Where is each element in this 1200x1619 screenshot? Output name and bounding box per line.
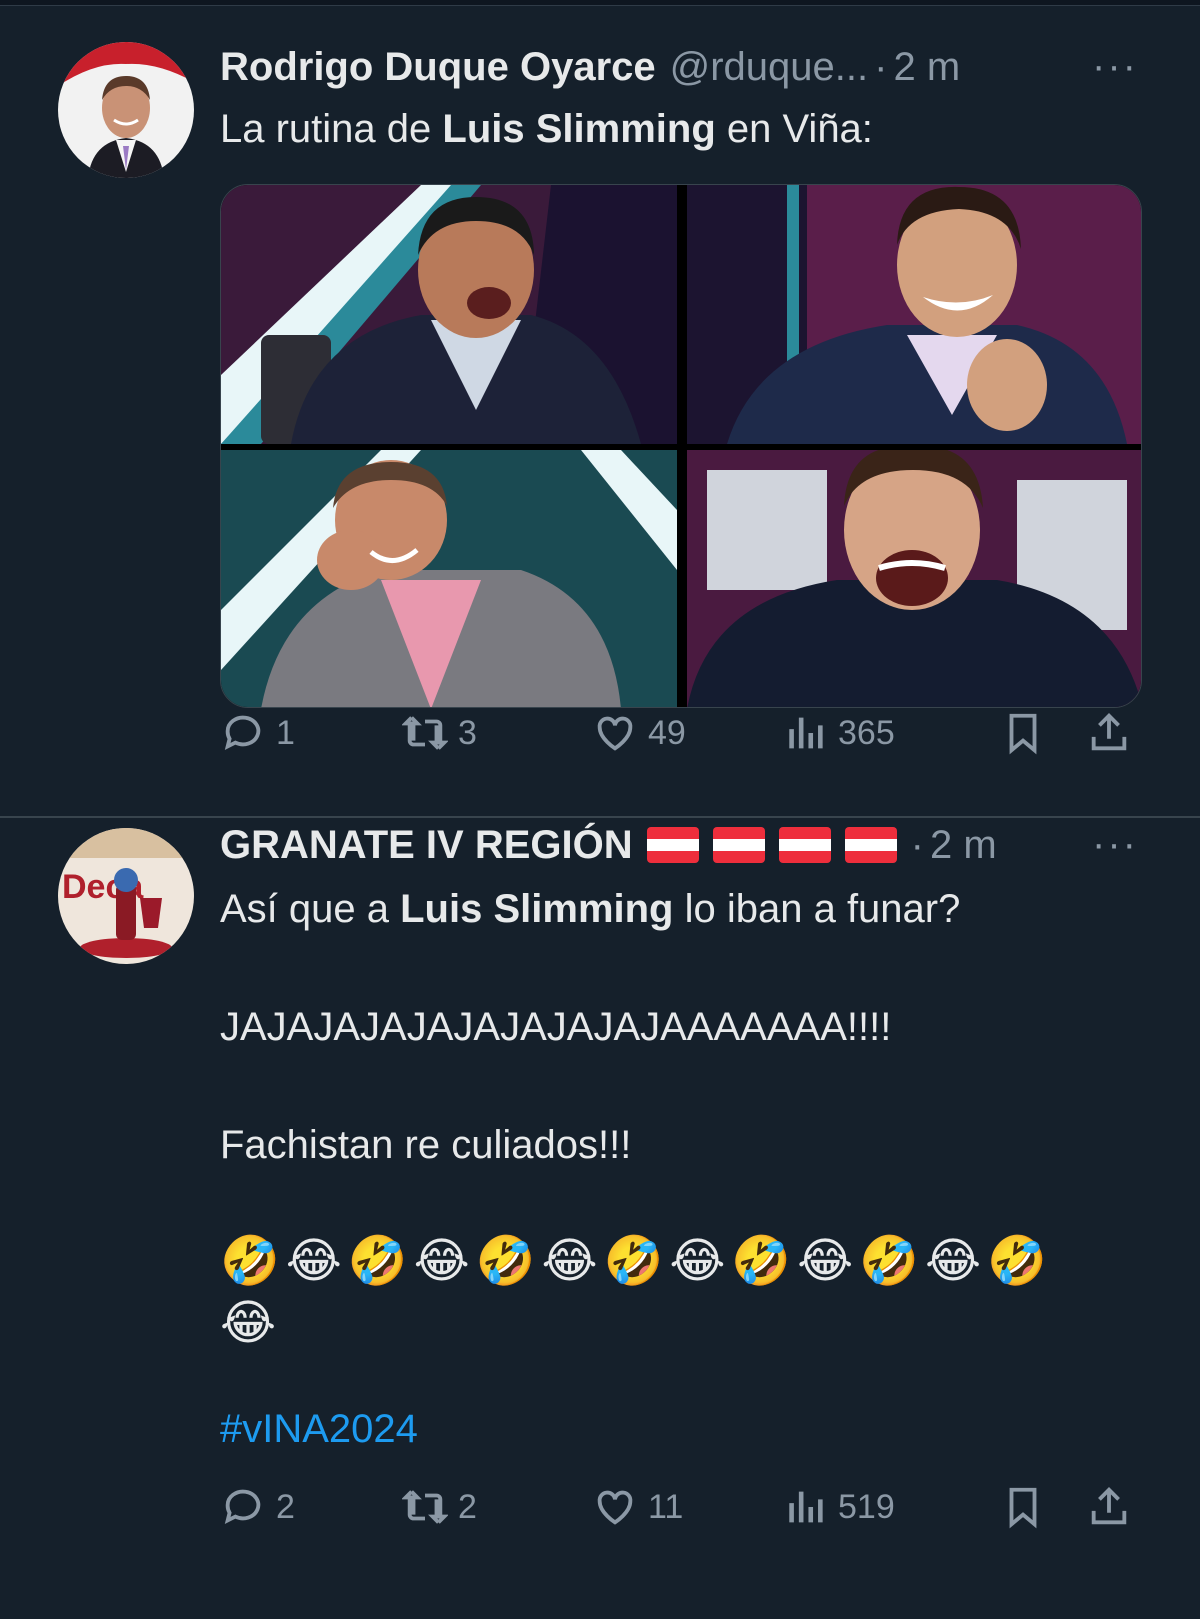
reply-button[interactable]: 2 bbox=[220, 1482, 295, 1532]
bookmark-button[interactable] bbox=[1000, 1482, 1046, 1532]
heart-icon bbox=[597, 1490, 633, 1525]
media-grid[interactable] bbox=[220, 184, 1142, 708]
like-count: 49 bbox=[648, 713, 686, 752]
separator-dot: · bbox=[910, 822, 924, 867]
tweet-text: Así que a Luis Slimming lo iban a funar? bbox=[220, 880, 1140, 938]
retweet-icon bbox=[402, 1490, 448, 1524]
views-button[interactable]: 365 bbox=[782, 708, 895, 758]
share-icon bbox=[1091, 1487, 1127, 1525]
reply-button[interactable]: 1 bbox=[220, 708, 295, 758]
more-options-icon[interactable]: ··· bbox=[1092, 44, 1138, 89]
like-button[interactable]: 11 bbox=[592, 1482, 683, 1532]
tweet-text-line: Fachistan re culiados!!! bbox=[220, 1123, 632, 1167]
austria-flag-icon bbox=[778, 827, 831, 863]
bookmark-icon bbox=[1009, 1487, 1037, 1529]
retweet-button[interactable]: 3 bbox=[402, 708, 477, 758]
avatar[interactable]: Deca bbox=[58, 828, 194, 964]
bookmark-button[interactable] bbox=[1000, 708, 1046, 758]
more-options-icon[interactable]: ··· bbox=[1092, 822, 1138, 867]
tweet[interactable]: Rodrigo Duque Oyarce @rduque... · 2 m ··… bbox=[0, 6, 1200, 818]
views-count: 365 bbox=[838, 713, 895, 752]
timestamp[interactable]: 2 m bbox=[893, 45, 960, 90]
like-button[interactable]: 49 bbox=[592, 708, 686, 758]
media-image[interactable] bbox=[221, 450, 677, 707]
austria-flag-icon bbox=[646, 827, 699, 863]
timestamp[interactable]: 2 m bbox=[930, 823, 997, 868]
media-image[interactable] bbox=[221, 185, 677, 444]
views-button[interactable]: 519 bbox=[782, 1482, 895, 1532]
tweet-text-line: JAJAJAJAJAJAJAJAJAJAAAAAAA!!!! bbox=[220, 1005, 892, 1049]
heart-icon bbox=[597, 716, 633, 751]
author-name[interactable]: GRANATE IV REGIÓN bbox=[220, 823, 633, 868]
tweet-header: Rodrigo Duque Oyarce @rduque... · 2 m ··… bbox=[220, 42, 1170, 92]
text-segment: La rutina de bbox=[220, 107, 443, 151]
text-segment: Así que a bbox=[220, 887, 401, 931]
avatar[interactable] bbox=[58, 42, 194, 178]
reply-icon bbox=[224, 715, 261, 750]
reply-count: 2 bbox=[276, 1487, 295, 1526]
share-icon bbox=[1091, 713, 1127, 751]
share-button[interactable] bbox=[1086, 708, 1132, 758]
emoji-line: 😂 bbox=[220, 1295, 283, 1351]
tweet-actions: 2 2 11 519 bbox=[220, 1482, 1140, 1532]
mention-bold: Luis Slimming bbox=[400, 887, 674, 931]
views-icon bbox=[789, 1491, 823, 1523]
retweet-count: 3 bbox=[458, 713, 477, 752]
reply-icon bbox=[224, 1489, 261, 1524]
tweet[interactable]: Deca GRANATE IV REGIÓN · 2 m ··· Así que… bbox=[0, 820, 1200, 1619]
reply-count: 1 bbox=[276, 713, 295, 752]
mention-bold: Luis Slimming bbox=[442, 107, 716, 151]
author-handle[interactable]: @rduque... bbox=[670, 45, 869, 90]
tweet-actions: 1 3 49 365 bbox=[220, 708, 1140, 758]
retweet-icon bbox=[402, 716, 448, 750]
retweet-button[interactable]: 2 bbox=[402, 1482, 477, 1532]
share-button[interactable] bbox=[1086, 1482, 1132, 1532]
tweet-text: La rutina de Luis Slimming en Viña: bbox=[220, 100, 1140, 158]
media-image[interactable] bbox=[687, 185, 1141, 444]
hashtag-link[interactable]: #vINA2024 bbox=[220, 1400, 1140, 1458]
separator-dot: · bbox=[874, 44, 888, 89]
like-count: 11 bbox=[648, 1487, 684, 1526]
media-image[interactable] bbox=[687, 450, 1141, 707]
austria-flag-icon bbox=[712, 827, 765, 863]
text-segment: en Viña: bbox=[715, 107, 873, 151]
author-name[interactable]: Rodrigo Duque Oyarce bbox=[220, 45, 656, 90]
tweet-header: GRANATE IV REGIÓN · 2 m ··· bbox=[220, 820, 1170, 870]
views-count: 519 bbox=[838, 1487, 895, 1526]
bookmark-icon bbox=[1009, 713, 1037, 755]
text-segment: lo iban a funar? bbox=[673, 887, 961, 931]
austria-flag-icon bbox=[844, 827, 897, 863]
views-icon bbox=[789, 717, 823, 749]
retweet-count: 2 bbox=[458, 1487, 477, 1526]
emoji-line: 🤣😂🤣😂🤣😂🤣😂🤣😂🤣😂🤣 bbox=[220, 1233, 1053, 1289]
